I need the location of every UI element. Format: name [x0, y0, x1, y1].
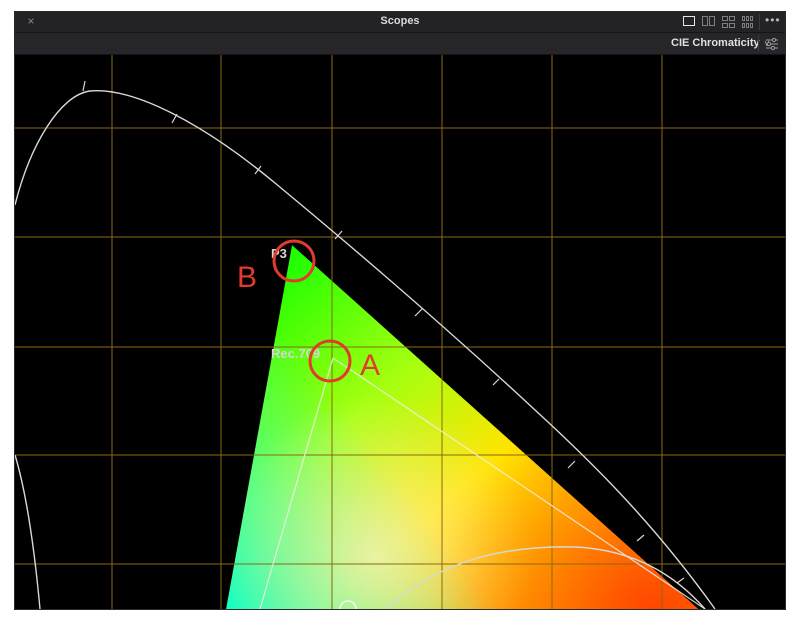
dual-view-icon[interactable] [702, 16, 715, 28]
toolbar-separator [758, 35, 759, 52]
scope-mode-label: CIE Chromaticity [671, 37, 760, 49]
more-options-icon[interactable]: ••• [765, 13, 783, 29]
scope-toolbar: CIE Chromaticity ∨ [15, 33, 785, 55]
gamut-fill [225, 245, 705, 615]
title-bar: × Scopes ••• [15, 12, 785, 33]
single-view-icon[interactable] [683, 16, 695, 26]
scopes-window: × Scopes ••• CIE Chromaticity ∨ P3 Rec.7… [14, 12, 785, 618]
title-separator [759, 14, 760, 30]
sliders-icon[interactable] [764, 36, 780, 51]
close-icon[interactable]: × [24, 14, 38, 28]
annotation-label-a: A [360, 349, 380, 382]
chromaticity-plot: P3 Rec.709 B A [14, 55, 785, 618]
layout-switcher [683, 16, 753, 28]
scope-mode-dropdown[interactable]: CIE Chromaticity ∨ [671, 37, 770, 51]
cie-chromaticity-scope[interactable]: P3 Rec.709 B A [14, 55, 785, 618]
annotation-label-b: B [237, 261, 257, 294]
quad-view-icon[interactable] [722, 16, 735, 28]
multi-view-icon[interactable] [742, 16, 753, 28]
window-title: Scopes [380, 15, 420, 27]
